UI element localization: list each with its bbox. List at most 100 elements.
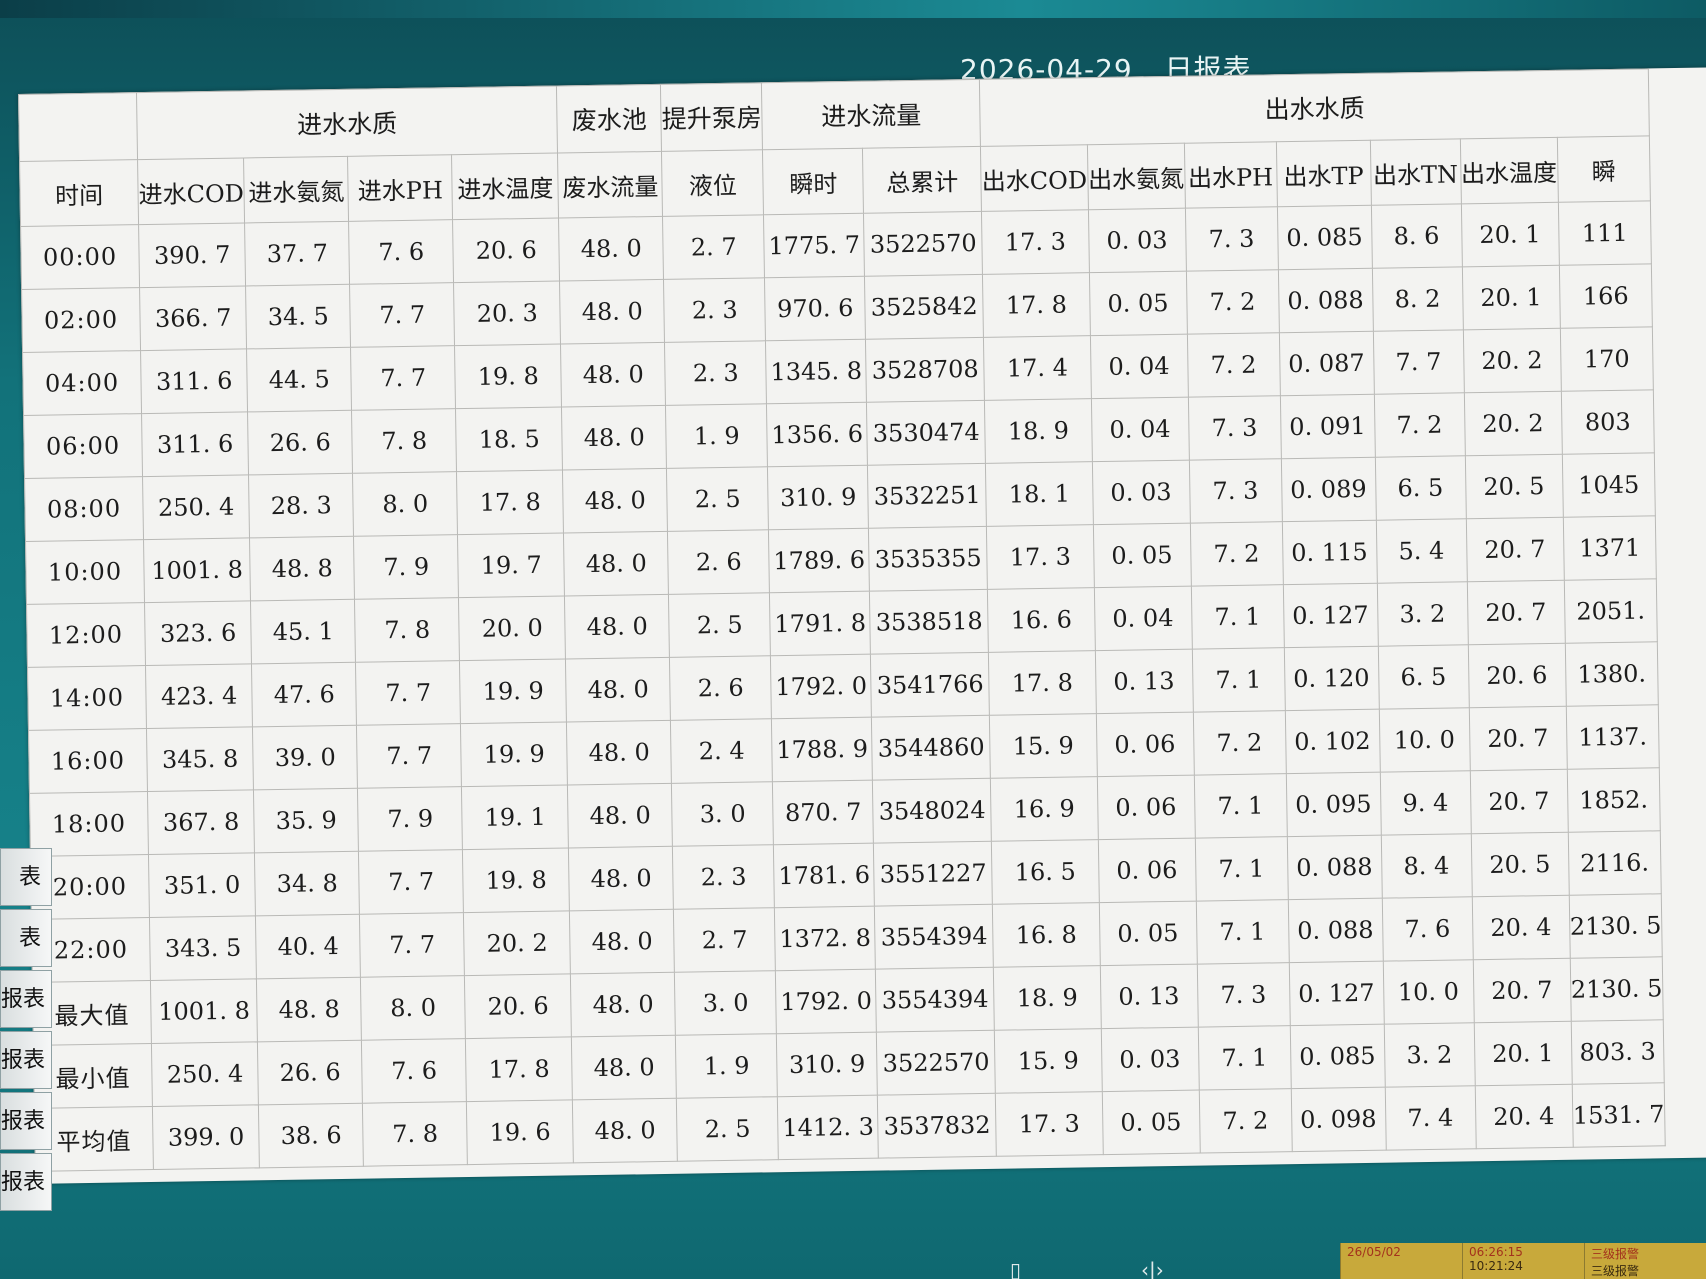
- table-cell: 0. 05: [1101, 1090, 1200, 1155]
- table-cell: 7. 2: [1198, 1088, 1292, 1154]
- table-cell: 35. 9: [253, 788, 359, 853]
- table-cell: 0. 085: [1289, 1024, 1385, 1089]
- table-cell: 170: [1559, 326, 1654, 392]
- table-cell: 16. 6: [987, 587, 1095, 653]
- table-cell: 2. 5: [676, 1096, 779, 1162]
- table-cell: 48. 0: [565, 657, 671, 722]
- table-cell: 7. 8: [351, 408, 457, 474]
- table-cell: 44. 5: [246, 347, 352, 412]
- table-cell: 1371: [1562, 515, 1657, 581]
- table-cell: 7. 2: [1186, 332, 1280, 398]
- table-cell: 311. 6: [141, 411, 249, 477]
- table-cell: 0. 120: [1283, 646, 1379, 711]
- table-cell: 1789. 6: [768, 528, 870, 593]
- status-alarm-2[interactable]: 三级报警: [1591, 1262, 1700, 1279]
- table-cell: 10. 0: [1382, 959, 1474, 1025]
- column-header: 出水氨氮: [1087, 143, 1186, 210]
- table-cell: 7. 7: [1372, 329, 1464, 395]
- table-cell: 34. 5: [245, 284, 351, 349]
- table-cell: 26. 6: [247, 410, 353, 475]
- status-time-2: 10:21:24: [1469, 1259, 1523, 1273]
- table-cell: 0. 06: [1096, 775, 1195, 840]
- table-cell: 0. 05: [1089, 271, 1187, 336]
- table-cell: 3530474: [866, 400, 986, 466]
- table-cell: 48. 0: [566, 720, 672, 785]
- table-cell: 2. 3: [672, 844, 775, 910]
- table-cell: 37. 7: [244, 221, 350, 286]
- table-cell: 48. 0: [570, 972, 676, 1037]
- table-cell: 0. 098: [1290, 1087, 1386, 1152]
- table-cell: 48. 8: [249, 536, 355, 601]
- table-cell: 1372. 8: [774, 906, 876, 971]
- side-report-tab[interactable]: 报表: [0, 1031, 52, 1089]
- window-top-strip: [0, 0, 1706, 18]
- column-header: 总累计: [862, 146, 982, 214]
- table-cell: 20. 2: [1462, 328, 1561, 393]
- column-header: 进水温度: [451, 153, 559, 220]
- column-header: 进水PH: [347, 154, 453, 222]
- table-cell: 20. 7: [1466, 580, 1565, 645]
- table-cell: 40. 4: [255, 914, 361, 979]
- table-cell: 7. 6: [361, 1038, 467, 1104]
- column-header: 出水COD: [980, 144, 1089, 212]
- table-cell: 48. 0: [559, 279, 665, 345]
- stop-icon[interactable]: ▯: [1010, 1258, 1021, 1279]
- table-cell: 0. 05: [1098, 901, 1197, 966]
- table-cell: 7. 1: [1190, 584, 1284, 650]
- row-time-cell: 16:00: [28, 728, 148, 794]
- side-report-tab[interactable]: 报表: [0, 970, 52, 1028]
- status-alarm-cell[interactable]: 三级报警 三级报警: [1584, 1243, 1706, 1279]
- table-cell: 7. 3: [1187, 395, 1281, 461]
- table-cell: 7. 7: [350, 345, 456, 411]
- report-screen: 2026-04-29 日报表 进水水质 废水池 提升泵房 进水流量 出水水质 时…: [0, 0, 1706, 1279]
- table-cell: 1775. 7: [763, 213, 865, 278]
- table-cell: 345. 8: [146, 726, 254, 792]
- table-cell: 7. 1: [1195, 899, 1289, 965]
- row-time-cell: 00:00: [20, 224, 140, 290]
- table-cell: 17. 4: [983, 335, 1091, 401]
- bottom-controls: ▯ ‹|›: [1010, 1258, 1260, 1279]
- table-cell: 19. 6: [466, 1099, 574, 1165]
- table-cell: 0. 102: [1284, 709, 1380, 774]
- table-cell: 15. 9: [989, 713, 1097, 779]
- side-report-tab[interactable]: 表: [0, 909, 52, 967]
- table-cell: 1356. 6: [766, 402, 868, 467]
- table-cell: 7. 4: [1384, 1085, 1476, 1151]
- table-cell: 0. 03: [1088, 208, 1187, 273]
- table-cell: 2. 7: [673, 907, 776, 973]
- table-cell: 3532251: [867, 463, 987, 529]
- table-cell: 0. 13: [1099, 964, 1198, 1029]
- side-report-tab[interactable]: 报表: [0, 1092, 52, 1150]
- column-header: 瞬时: [762, 148, 864, 215]
- table-cell: 323. 6: [144, 600, 252, 666]
- table-cell: 28. 3: [248, 473, 354, 538]
- table-cell: 1791. 8: [769, 591, 871, 656]
- table-cell: 7. 2: [1186, 269, 1279, 335]
- table-cell: 8. 4: [1380, 833, 1472, 899]
- table-cell: 7. 1: [1194, 836, 1288, 902]
- table-cell: 7. 2: [1189, 521, 1283, 587]
- daily-report-table: 进水水质 废水池 提升泵房 进水流量 出水水质 时间 进水COD 进水氨氮 进水PH 进…: [18, 68, 1666, 1172]
- table-cell: 0. 06: [1095, 712, 1194, 777]
- column-header: 出水温度: [1459, 137, 1558, 204]
- status-alarm[interactable]: 三级报警: [1591, 1247, 1639, 1261]
- table-cell: 0. 115: [1281, 520, 1377, 585]
- table-cell: 19. 8: [462, 847, 570, 913]
- side-report-tab[interactable]: 报表: [0, 1153, 52, 1211]
- table-cell: 3541766: [870, 652, 990, 718]
- nav-arrows-icon[interactable]: ‹|›: [1141, 1258, 1164, 1279]
- daily-report-panel: 进水水质 废水池 提升泵房 进水流量 出水水质 时间 进水COD 进水氨氮 进水PH 进…: [18, 67, 1706, 1184]
- table-cell: 20. 5: [1470, 832, 1569, 897]
- report-table-body: 00:00 390. 7 37. 7 7. 6 20. 6 48. 0 2. 7 1775. …: [20, 200, 1666, 1172]
- table-cell: 0. 04: [1090, 334, 1188, 399]
- table-cell: 250. 4: [151, 1041, 259, 1107]
- table-cell: 20. 2: [463, 910, 571, 976]
- group-header-outflow-quality: 出水水质: [979, 68, 1650, 147]
- table-cell: 20. 6: [452, 218, 560, 283]
- table-cell: 367. 8: [147, 789, 255, 855]
- table-cell: 2. 6: [667, 529, 770, 595]
- table-cell: 20. 5: [1464, 454, 1563, 519]
- side-report-tab[interactable]: 表: [0, 848, 52, 906]
- table-cell: 15. 9: [994, 1028, 1102, 1094]
- table-cell: 20. 1: [1460, 202, 1559, 267]
